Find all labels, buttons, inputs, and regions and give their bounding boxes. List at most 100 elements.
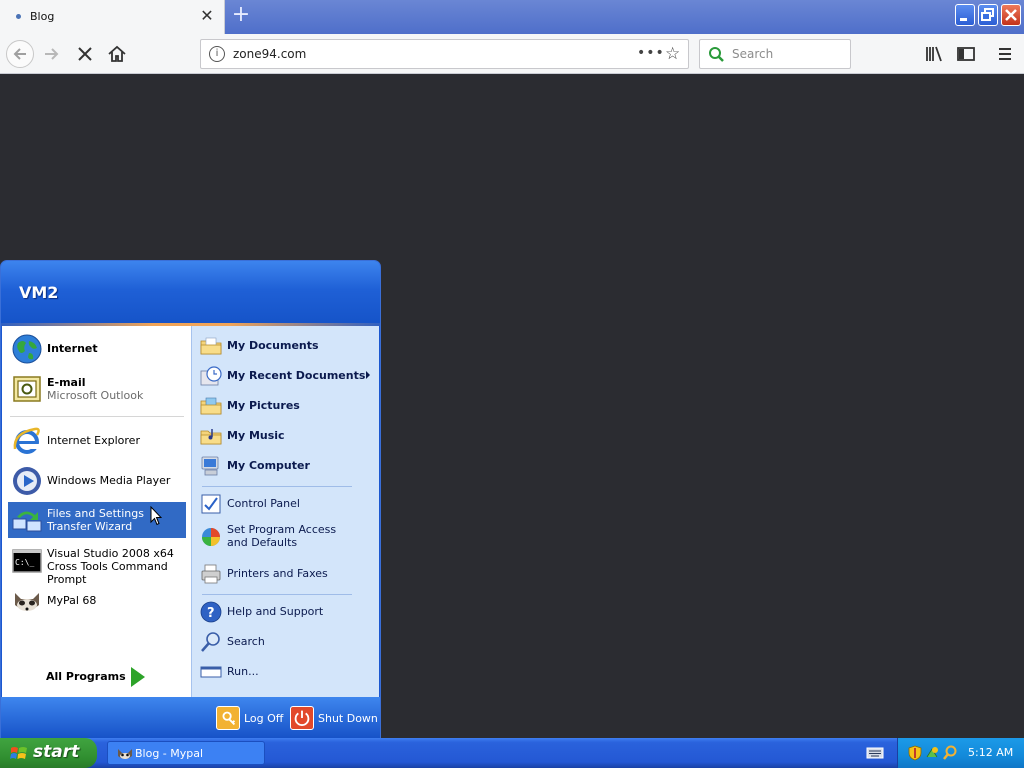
tab-favicon-icon [16,14,21,19]
url-text[interactable]: zone94.com [233,47,306,61]
help-icon: ? [200,601,222,623]
separator [202,486,352,487]
search-box[interactable]: Search [699,39,851,69]
taskbar-item-blog-mypal[interactable]: Blog - Mypal [107,741,265,765]
start-item-mypal[interactable]: MyPal 68 [8,582,186,618]
start-item-label: E-mail [47,376,86,389]
start-menu-header: VM2 [1,261,380,325]
start-item-label: Visual Studio 2008 x64 Cross Tools Comma… [47,547,174,586]
close-icon [1005,9,1017,21]
svg-text:C:\_: C:\_ [15,558,34,567]
log-off-button[interactable]: Log Off [216,705,286,731]
start-place-label: My Computer [227,459,310,472]
program-access-icon [202,528,220,546]
start-button[interactable]: start [0,738,97,768]
stop-loading-button[interactable] [73,42,97,66]
address-bar[interactable]: i zone94.com ••• ☆ [200,39,689,69]
start-item-internet[interactable]: Internet [8,330,186,366]
start-menu-footer: Log Off Shut Down [1,697,380,738]
separator [10,416,184,417]
folder-pictures-icon [200,397,222,415]
start-help-and-support[interactable]: ? Help and Support [198,598,374,626]
start-place-label: My Documents [227,339,319,352]
home-icon [108,45,126,62]
start-item-label: Internet Explorer [47,434,140,447]
navigation-bar: i zone94.com ••• ☆ Search [0,34,1024,74]
start-place-my-pictures[interactable]: My Pictures [198,392,374,420]
start-setting-program-access[interactable]: Set Program Access and Defaults [198,520,374,556]
mypal-icon [15,593,39,611]
library-icon [926,46,942,62]
bookmark-star-icon[interactable]: ☆ [665,44,680,64]
forward-button[interactable] [40,42,64,66]
log-off-label: Log Off [244,712,284,725]
start-place-my-music[interactable]: My Music [198,422,374,450]
media-player-icon [13,467,41,495]
start-place-label: My Pictures [227,399,300,412]
restore-icon [981,8,994,21]
start-item-internet-explorer[interactable]: Internet Explorer [8,422,186,458]
start-run[interactable]: Run... [198,658,374,686]
start-item-windows-media-player[interactable]: Windows Media Player [8,462,186,498]
globe-icon [12,334,42,364]
restore-button[interactable] [978,4,998,26]
shut-down-label: Shut Down [318,712,378,725]
start-item-email[interactable]: E-mail Microsoft Outlook [8,370,186,406]
back-button[interactable] [6,40,34,68]
start-item-sublabel: Microsoft Outlook [47,389,144,402]
tab-close-icon[interactable]: ✕ [200,8,214,24]
security-shield-icon[interactable] [908,745,922,761]
new-tab-button[interactable]: + [229,4,253,28]
forward-arrow-icon [45,48,59,60]
svg-text:?: ? [207,606,215,621]
close-window-button[interactable] [1001,4,1021,26]
tab-blog[interactable]: Blog ✕ [0,0,225,34]
search-tray-icon[interactable] [943,745,957,761]
shut-down-button[interactable]: Shut Down [290,705,378,731]
start-search[interactable]: Search [198,628,374,656]
home-button[interactable] [105,42,129,66]
system-tray: 5:12 AM [897,738,1024,768]
computer-icon [201,456,219,476]
user-name: VM2 [19,283,59,302]
page-actions-icon[interactable]: ••• [637,45,665,61]
start-place-label: My Music [227,429,285,442]
keyboard-icon[interactable] [866,746,884,760]
start-item-label: MyPal 68 [47,594,97,607]
stop-icon [78,47,92,61]
minimize-button[interactable] [955,4,975,26]
start-item-label: Internet [47,342,98,355]
power-icon [290,706,314,730]
log-off-icon [216,706,240,730]
start-setting-printers-faxes[interactable]: Printers and Faxes [198,560,374,588]
start-menu: VM2 Internet E-mail Microsoft Outlook In… [0,260,381,739]
clock[interactable]: 5:12 AM [968,746,1013,759]
sidebar-icon [957,47,975,61]
start-place-my-computer[interactable]: My Computer [198,452,374,480]
tab-title: Blog [30,10,55,23]
start-item-label: Windows Media Player [47,474,171,487]
sidebar-button[interactable] [954,42,978,66]
submenu-arrow-icon [366,371,370,379]
mypal-icon [118,749,132,759]
library-button[interactable] [922,42,946,66]
windows-logo-icon [10,747,27,759]
start-setting-label: Control Panel [227,497,300,510]
menu-button[interactable] [993,42,1017,66]
start-place-my-recent-documents[interactable]: My Recent Documents [198,362,374,390]
start-menu-left-pane: Internet E-mail Microsoft Outlook Intern… [2,326,191,719]
back-arrow-icon [13,48,26,60]
recent-documents-icon [200,366,222,386]
minimize-icon [960,18,967,21]
all-programs-button[interactable]: All Programs [41,664,153,688]
search-engine-icon [709,47,724,62]
internet-explorer-icon [13,427,40,454]
folder-music-icon [200,429,222,445]
start-setting-control-panel[interactable]: Control Panel [198,490,374,518]
network-icon[interactable] [925,745,939,761]
start-place-my-documents[interactable]: My Documents [198,332,374,360]
start-help-label: Search [227,635,265,648]
start-item-visual-studio-command-prompt[interactable]: C:\_ Visual Studio 2008 x64 Cross Tools … [8,542,186,586]
site-info-icon[interactable]: i [209,46,225,62]
start-help-label: Help and Support [227,605,324,618]
